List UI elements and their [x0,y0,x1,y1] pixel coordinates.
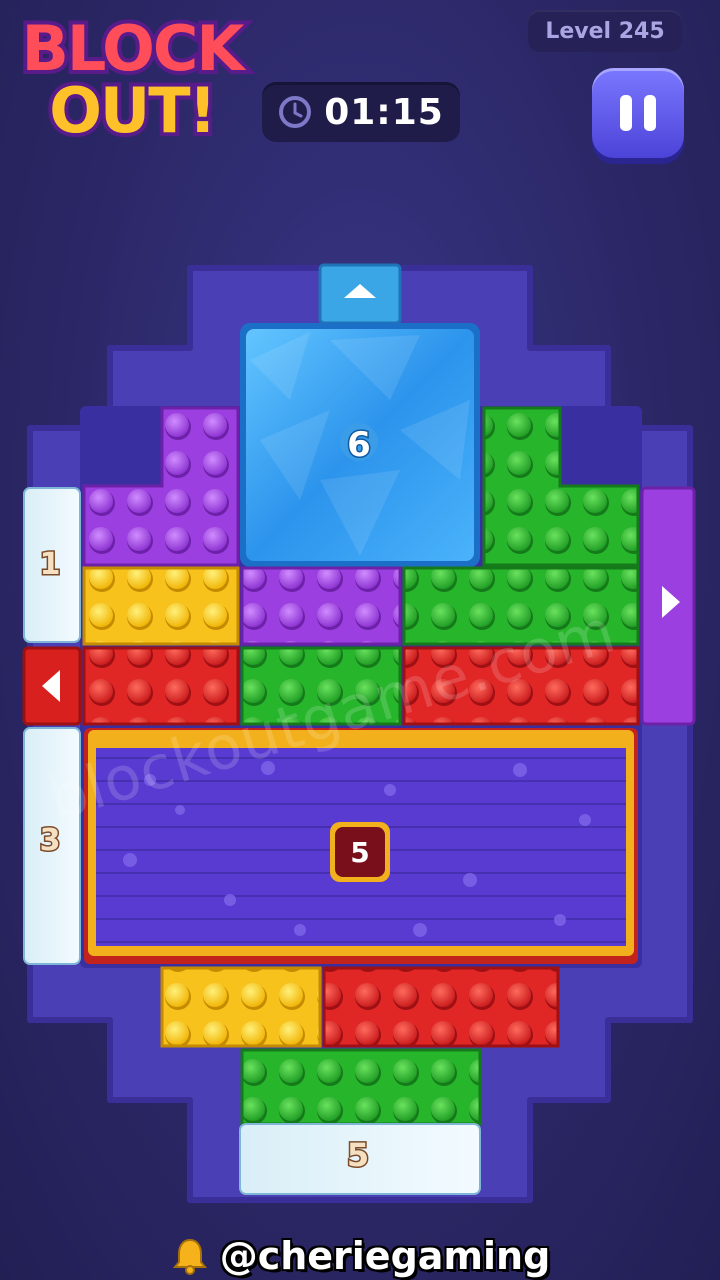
right-arrow-gate[interactable] [640,486,696,726]
red-block-bottom[interactable] [322,966,560,1048]
pause-icon [620,95,632,131]
green-block-bottom[interactable] [240,1048,482,1126]
bottom-ice-gate[interactable]: 5 [239,1123,481,1195]
red-block-left[interactable] [82,646,240,726]
handle-text: @cheriegaming [219,1234,551,1278]
left-bottom-gate-number: 3 [40,823,61,858]
timer-value: 01:15 [324,91,444,133]
bottom-gate-number: 5 [347,1136,369,1174]
pause-button[interactable] [592,68,684,158]
yellow-block-top[interactable] [82,566,240,646]
logo-line2: OUT! [49,74,215,147]
big-block-count: 5 [350,836,369,869]
left-arrow-gate[interactable] [22,646,82,726]
frozen-ice-block[interactable]: 6 [240,323,480,567]
frozen-block-count: 6 [347,425,371,465]
top-exit-gate[interactable] [318,263,402,325]
yellow-block-bottom[interactable] [160,966,322,1048]
purple-block-middle[interactable] [240,566,402,646]
bell-icon [172,1238,207,1275]
clock-icon [279,96,312,128]
timer: 01:15 [262,82,460,142]
left-top-ice-gate[interactable]: 1 [23,487,81,643]
game-logo: BLOCK OUT! [18,8,253,151]
creator-handle: @cheriegaming [0,1232,720,1280]
level-indicator: Level 245 [528,10,682,52]
level-label: Level 245 [545,18,665,44]
left-top-gate-number: 1 [40,547,61,582]
